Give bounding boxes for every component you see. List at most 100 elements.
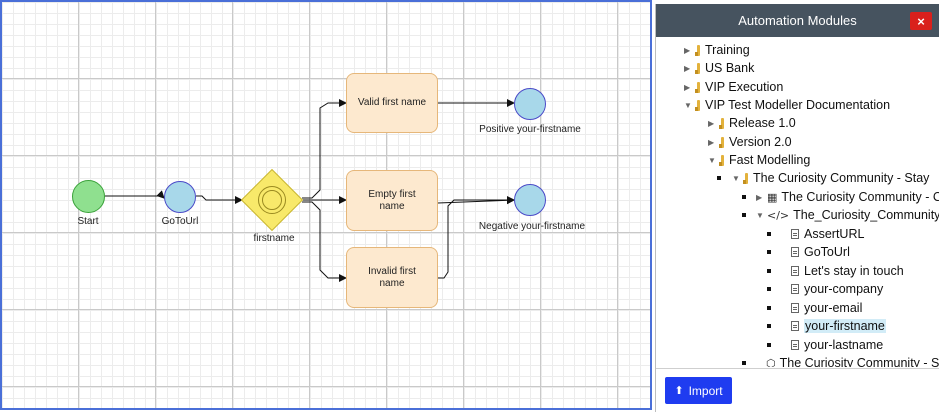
- tree-item-curiosity-s[interactable]: ⬡ The Curiosity Community - S: [766, 354, 939, 367]
- tree-item-gotourl[interactable]: GoToUrl: [791, 243, 850, 261]
- task-valid-label: Valid first name: [357, 97, 427, 108]
- tree-item-your-firstname[interactable]: your-firstname: [791, 317, 886, 335]
- task-empty-first-name[interactable]: Empty first name: [346, 170, 438, 231]
- panel-footer: ⬆ Import: [656, 368, 939, 412]
- end-negative-event[interactable]: [514, 184, 546, 216]
- folder-icon: [743, 172, 749, 184]
- list-bullet: [742, 195, 746, 199]
- document-icon: [791, 340, 799, 350]
- tree-item-label: The Curiosity Community - C: [781, 190, 939, 204]
- gateway-marker-inner: [262, 190, 282, 210]
- tree-item-label: Let's stay in touch: [804, 264, 904, 278]
- tree-item-curiosity-stay[interactable]: ▼ The Curiosity Community - Stay: [732, 169, 929, 187]
- tree-item-label: Fast Modelling: [729, 153, 811, 167]
- expand-icon[interactable]: ▶: [708, 138, 715, 147]
- gotourl-activity[interactable]: [164, 181, 196, 213]
- folder-icon: [719, 117, 725, 129]
- tree-item-training[interactable]: ▶ Training: [684, 41, 750, 59]
- shape-icon: ⬡: [766, 356, 776, 368]
- list-bullet: [767, 250, 771, 254]
- folder-icon: [719, 154, 725, 166]
- folder-icon: [719, 136, 725, 148]
- tree-item-label: Version 2.0: [729, 135, 792, 149]
- panel-title: Automation Modules: [738, 13, 857, 28]
- list-bullet: [767, 343, 771, 347]
- tree-item-curiosity-code[interactable]: ▼</>The_Curiosity_Community_C: [756, 206, 939, 224]
- expand-icon[interactable]: ▶: [684, 64, 691, 73]
- document-icon: [791, 321, 799, 331]
- task-invalid-label: Invalid first name: [368, 265, 416, 289]
- model-canvas[interactable]: Start GoToUrl firstname Valid first name…: [0, 0, 652, 410]
- list-bullet: [717, 176, 721, 180]
- code-icon: </>: [767, 208, 790, 222]
- list-bullet: [767, 287, 771, 291]
- task-invalid-first-name[interactable]: Invalid first name: [346, 247, 438, 308]
- import-label: Import: [688, 383, 723, 398]
- tree-item-your-company[interactable]: your-company: [791, 280, 883, 298]
- tree-item-release-1[interactable]: ▶ Release 1.0: [708, 114, 796, 132]
- list-bullet: [742, 361, 746, 365]
- close-icon: ×: [917, 13, 925, 29]
- tree-item-label: The Curiosity Community - S: [779, 356, 939, 367]
- folder-icon: [695, 99, 701, 111]
- tree-item-vip-execution[interactable]: ▶ VIP Execution: [684, 78, 783, 96]
- tree-item-label: The_Curiosity_Community_C: [793, 208, 939, 222]
- edge-start-gotourl: [105, 190, 165, 199]
- tree-item-label-selected: your-firstname: [804, 319, 886, 333]
- tree-item-label: your-company: [804, 282, 884, 296]
- import-button[interactable]: ⬆ Import: [665, 377, 732, 404]
- edge-gateway-invalid: [302, 201, 347, 282]
- tree-item-version-2[interactable]: ▶ Version 2.0: [708, 133, 792, 151]
- document-icon: [791, 247, 799, 257]
- edge-gateway-valid: [302, 99, 347, 199]
- tree-item-your-lastname[interactable]: your-lastname: [791, 336, 883, 354]
- tree-item-us-bank[interactable]: ▶ US Bank: [684, 59, 754, 77]
- edge-gotourl-gateway: [196, 195, 243, 204]
- document-icon: [791, 284, 799, 294]
- tree-item-label: your-lastname: [804, 338, 884, 352]
- start-event-label: Start: [77, 216, 99, 227]
- list-bullet: [767, 306, 771, 310]
- expand-icon[interactable]: ▶: [684, 83, 691, 92]
- tree-item-label: The Curiosity Community - Stay: [753, 171, 930, 185]
- collapse-icon[interactable]: ▼: [732, 174, 740, 183]
- expand-icon[interactable]: ▶: [756, 193, 763, 202]
- task-valid-first-name[interactable]: Valid first name: [346, 73, 438, 133]
- tree-item-label: VIP Test Modeller Documentation: [705, 98, 891, 112]
- tree-item-your-email[interactable]: your-email: [791, 299, 862, 317]
- expand-icon[interactable]: ▶: [684, 46, 691, 55]
- module-tree[interactable]: ▶ Training ▶ US Bank ▶ VIP Execution ▼ VIP T…: [656, 37, 939, 367]
- collapse-icon[interactable]: ▼: [756, 211, 764, 220]
- gateway-label: firstname: [253, 233, 295, 244]
- tree-item-label: VIP Execution: [705, 80, 784, 94]
- list-bullet: [742, 213, 746, 217]
- task-empty-label: Empty first name: [368, 188, 416, 212]
- folder-icon: [695, 62, 701, 74]
- tree-item-label: Release 1.0: [729, 116, 796, 130]
- tree-item-label: Training: [705, 43, 750, 57]
- end-positive-event[interactable]: [514, 88, 546, 120]
- tree-item-fast-modelling[interactable]: ▼ Fast Modelling: [708, 151, 810, 169]
- list-bullet: [767, 232, 771, 236]
- list-bullet: [767, 324, 771, 328]
- document-icon: [791, 266, 799, 276]
- collapse-icon[interactable]: ▼: [684, 101, 692, 110]
- start-event[interactable]: [72, 180, 105, 213]
- tree-item-label: your-email: [804, 301, 863, 315]
- collapse-icon[interactable]: ▼: [708, 156, 716, 165]
- folder-icon: [695, 44, 701, 56]
- upload-icon: ⬆: [674, 385, 684, 397]
- folder-icon: [695, 81, 701, 93]
- gotourl-label: GoToUrl: [161, 216, 199, 227]
- tree-item-vip-test-modeller-docs[interactable]: ▼ VIP Test Modeller Documentation: [684, 96, 890, 114]
- tree-item-label: GoToUrl: [804, 245, 850, 259]
- tree-item-asserturl[interactable]: AssertURL: [791, 225, 864, 243]
- document-icon: [791, 229, 799, 239]
- end-positive-label: Positive your-firstname: [479, 124, 581, 135]
- tree-item-curiosity-table[interactable]: ▶ ▦ The Curiosity Community - C: [756, 188, 939, 206]
- tree-item-label: AssertURL: [804, 227, 865, 241]
- close-button[interactable]: ×: [910, 12, 932, 30]
- tree-item-lets-stay-in-touch[interactable]: Let's stay in touch: [791, 262, 904, 280]
- expand-icon[interactable]: ▶: [708, 119, 715, 128]
- automation-modules-panel: Automation Modules × ▶ Training ▶ US Bank …: [655, 4, 939, 412]
